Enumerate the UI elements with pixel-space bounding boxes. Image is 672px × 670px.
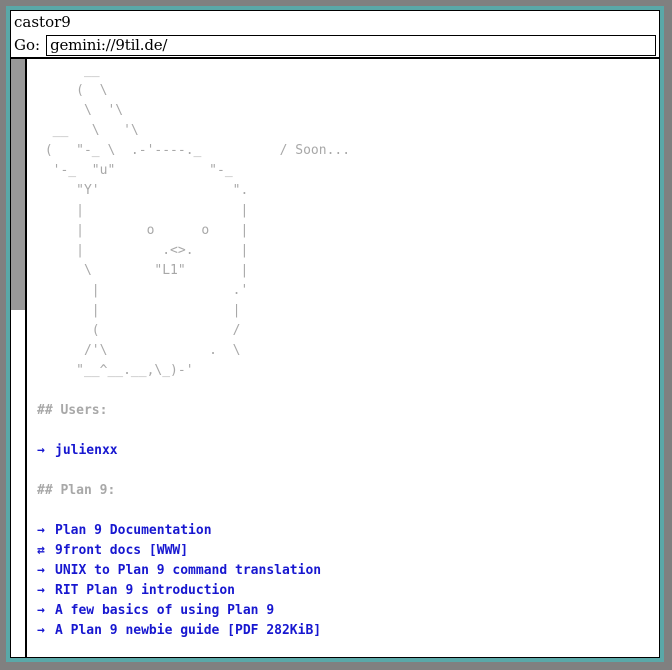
url-input[interactable]: gemini://9til.de/ bbox=[46, 34, 656, 56]
ascii-art-glenda: __ ( \ \ '\ __ \ '\ ( "-_ \ .-'----._ / … bbox=[44, 63, 351, 378]
link-arrow-icon: → bbox=[37, 623, 45, 638]
link-arrow-icon: → bbox=[37, 523, 45, 538]
gemtext-link-label: A Plan 9 newbie guide [PDF 282KiB] bbox=[55, 623, 322, 638]
gemtext-link[interactable]: → A few basics of using Plan 9 bbox=[37, 601, 274, 621]
link-arrow-icon: → bbox=[37, 603, 45, 618]
gemini-page: __ ( \ \ '\ __ \ '\ ( "-_ \ .-'----._ / … bbox=[27, 59, 659, 657]
window-title: castor9 bbox=[14, 13, 71, 31]
section-heading: ## Users: bbox=[37, 403, 108, 418]
scrollbar-thumb[interactable] bbox=[11, 59, 25, 311]
gemtext-sections: ## Users: → julienxx ## Plan 9: → Plan 9 Docu… bbox=[37, 381, 659, 641]
browser-window: castor9 Go: gemini://9til.de/ __ ( \ \ '… bbox=[10, 10, 660, 658]
content-region: __ ( \ \ '\ __ \ '\ ( "-_ \ .-'----._ / … bbox=[11, 59, 659, 657]
window-border-accent: castor9 Go: gemini://9til.de/ __ ( \ \ '… bbox=[6, 6, 664, 662]
gemtext-link-label: Plan 9 Documentation bbox=[55, 523, 212, 538]
gemtext-link-label: A few basics of using Plan 9 bbox=[55, 603, 275, 618]
gemtext-link[interactable]: → RIT Plan 9 introduction bbox=[37, 581, 235, 601]
vertical-scrollbar[interactable] bbox=[11, 59, 27, 657]
gemtext-link-label: RIT Plan 9 introduction bbox=[55, 583, 236, 598]
gemtext-link[interactable]: → Plan 9 Documentation bbox=[37, 521, 212, 541]
gemtext-link-label: julienxx bbox=[55, 443, 118, 458]
link-arrow-icon: → bbox=[37, 583, 45, 598]
gemtext-link[interactable]: ⇄ 9front docs [WWW] bbox=[37, 541, 188, 561]
gemtext-link-label: 9front docs [WWW] bbox=[55, 543, 189, 558]
window-titlebar[interactable]: castor9 bbox=[11, 11, 659, 33]
external-link-arrow-icon: ⇄ bbox=[37, 543, 45, 558]
window-frame: castor9 Go: gemini://9til.de/ __ ( \ \ '… bbox=[0, 0, 672, 670]
section-heading: ## Plan 9: bbox=[37, 483, 116, 498]
gemtext-link[interactable]: → julienxx bbox=[37, 441, 118, 461]
address-bar: Go: gemini://9til.de/ bbox=[11, 33, 659, 57]
link-arrow-icon: → bbox=[37, 563, 45, 578]
url-input-value: gemini://9til.de/ bbox=[50, 36, 168, 54]
link-arrow-icon: → bbox=[37, 443, 45, 458]
gemtext-link[interactable]: → UNIX to Plan 9 command translation bbox=[37, 561, 321, 581]
gemtext-link[interactable]: → A Plan 9 newbie guide [PDF 282KiB] bbox=[37, 621, 321, 641]
go-label: Go: bbox=[14, 36, 41, 54]
gemtext-link-label: UNIX to Plan 9 command translation bbox=[55, 563, 322, 578]
